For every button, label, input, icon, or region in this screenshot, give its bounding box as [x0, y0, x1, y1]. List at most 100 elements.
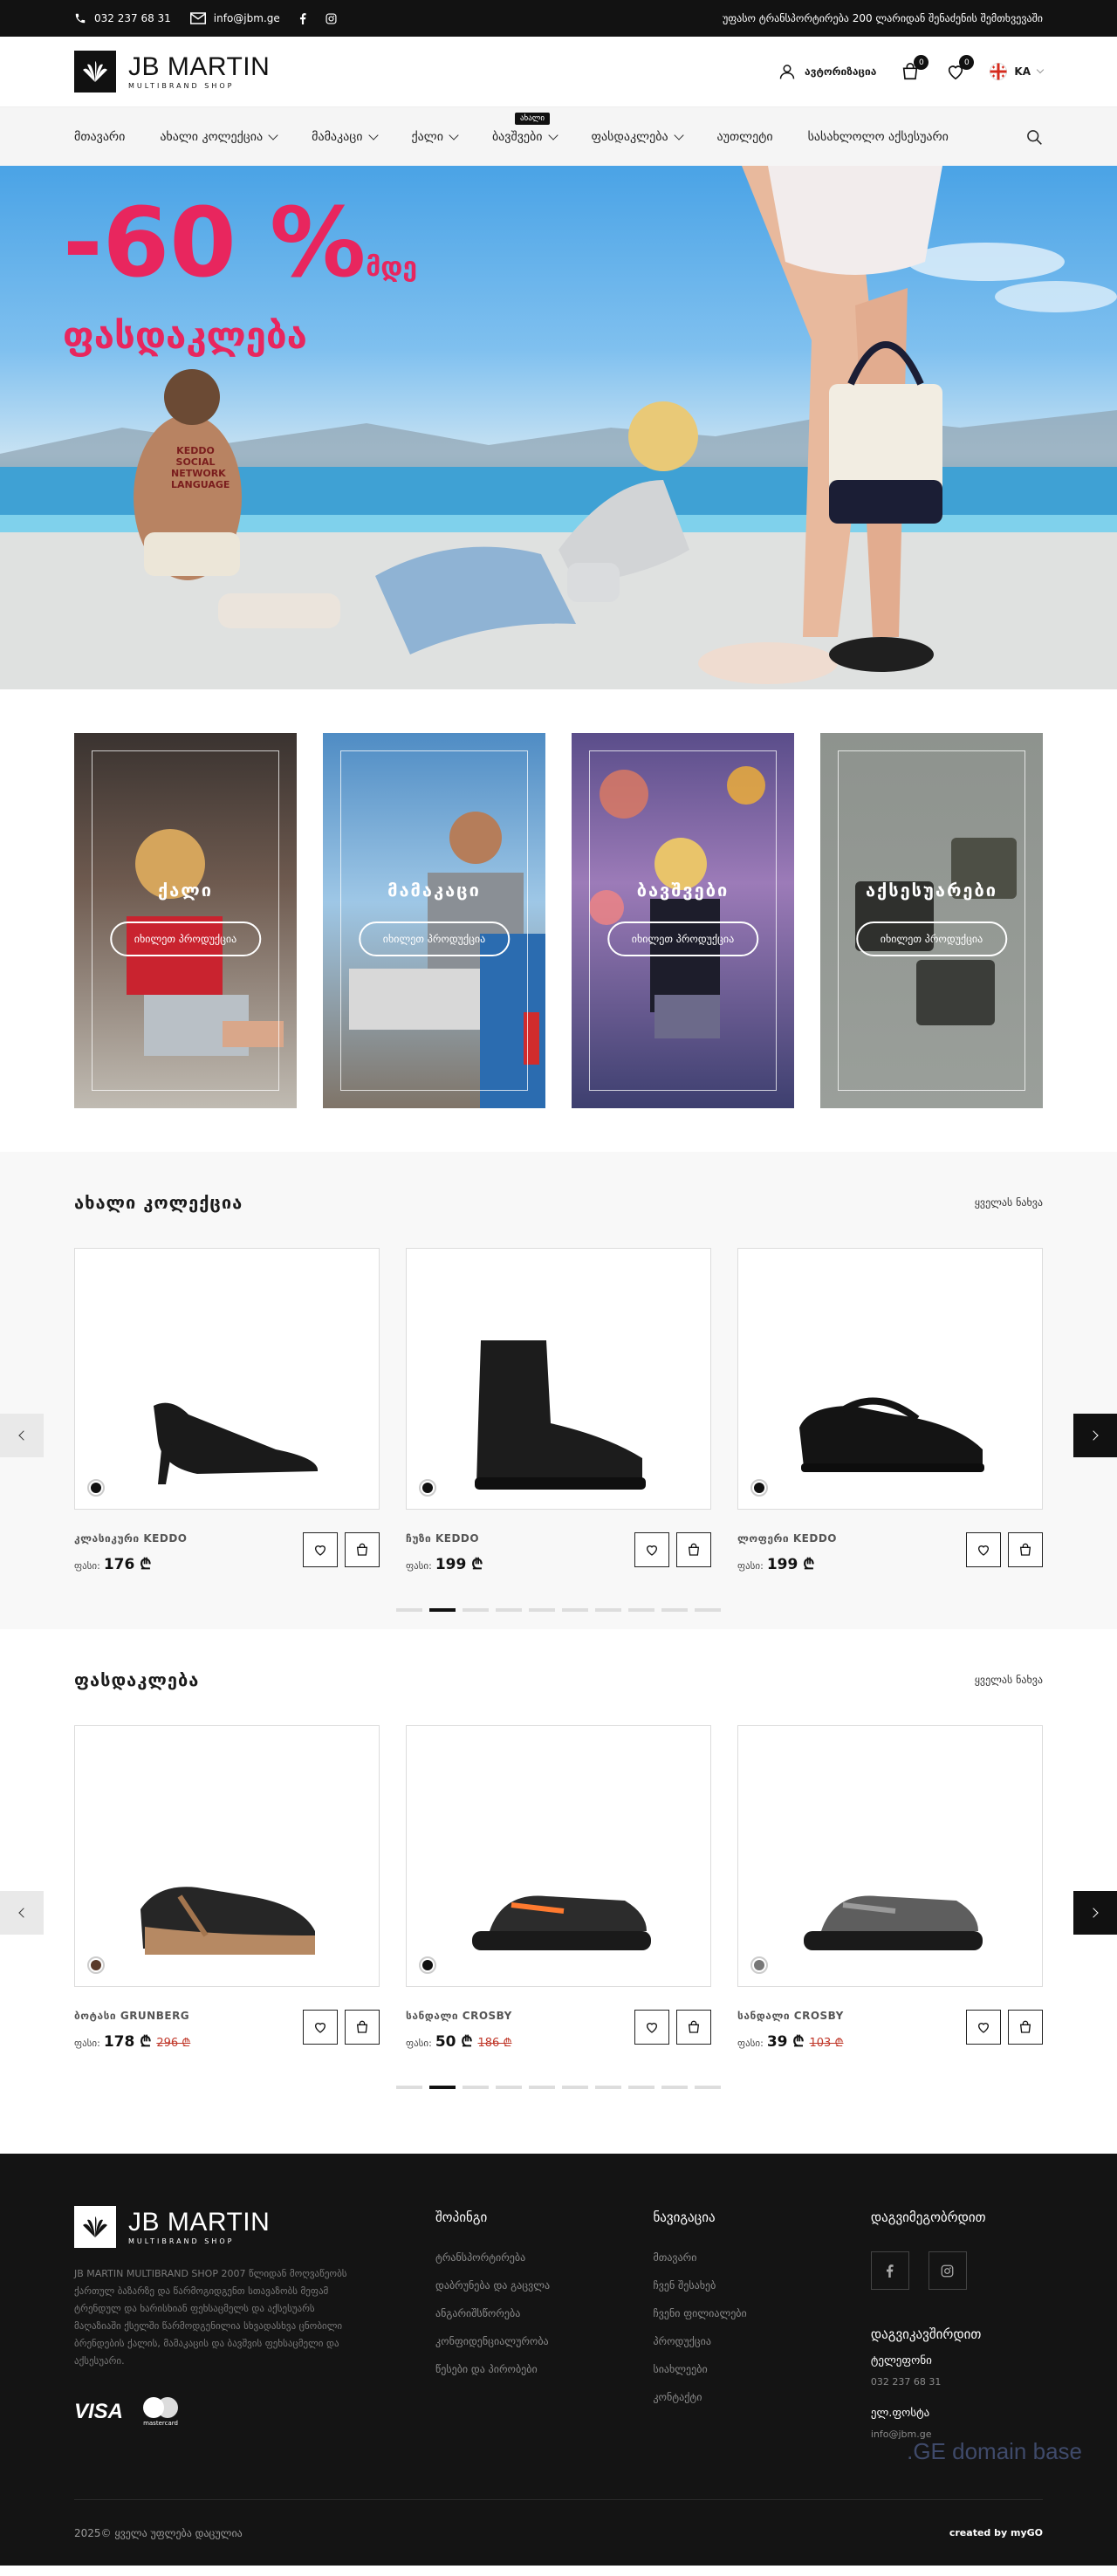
footer-link[interactable]: სიახლეები: [653, 2363, 870, 2375]
pagination-dot[interactable]: [628, 1608, 654, 1612]
pagination-dot[interactable]: [595, 2086, 621, 2089]
see-all-link[interactable]: ყველას ნახვა: [975, 1674, 1043, 1686]
view-products-button[interactable]: იხილეთ პროდუქცია: [109, 921, 262, 956]
nav-item-accessories[interactable]: სასახლოლო აქსესუარი: [808, 130, 949, 144]
product-image[interactable]: [406, 1248, 711, 1510]
category-women[interactable]: ქალი იხილეთ პროდუქცია: [74, 733, 297, 1108]
color-swatch[interactable]: [419, 1479, 436, 1497]
footer-link[interactable]: კონტაქტი: [653, 2391, 870, 2403]
instagram-icon[interactable]: [928, 2251, 967, 2290]
nav-item-women[interactable]: ქალი: [412, 130, 459, 144]
pagination-dot[interactable]: [496, 2086, 522, 2089]
product-image[interactable]: [737, 1248, 1043, 1510]
color-swatch[interactable]: [419, 1956, 436, 1974]
nav-item-sale[interactable]: ფასდაკლება: [592, 130, 684, 144]
carousel-prev-button[interactable]: [0, 1414, 44, 1457]
view-products-button[interactable]: იხილეთ პროდუქცია: [606, 921, 759, 956]
product-card[interactable]: კლასიკური KEDDO ფასი: 176 ₾: [74, 1248, 380, 1573]
nav-item-men[interactable]: მამაკაცი: [312, 130, 379, 144]
wishlist-button[interactable]: 0: [944, 55, 975, 83]
pagination-dot[interactable]: [529, 2086, 555, 2089]
see-all-link[interactable]: ყველას ნახვა: [975, 1196, 1043, 1209]
add-to-cart-button[interactable]: [1008, 2010, 1043, 2045]
footer-link[interactable]: ანგარიშსწორება: [435, 2307, 653, 2319]
add-to-cart-button[interactable]: [676, 2010, 711, 2045]
product-card[interactable]: სანდალი CROSBY ფასი: 50 ₾ 186 ₾: [406, 1725, 711, 2051]
pagination-dot-active[interactable]: [429, 2086, 456, 2089]
pagination-dot-active[interactable]: [429, 1608, 456, 1612]
nav-item-kids[interactable]: ახალი ბავშვები: [492, 112, 558, 144]
carousel-prev-button[interactable]: [0, 1891, 44, 1935]
product-image[interactable]: [74, 1248, 380, 1510]
search-icon[interactable]: [1025, 128, 1043, 146]
footer-link[interactable]: დაბრუნება და გაცვლა: [435, 2279, 653, 2292]
created-by-link[interactable]: created by myGO: [949, 2527, 1043, 2538]
footer-link[interactable]: წესები და პირობები: [435, 2363, 653, 2375]
phone-value[interactable]: 032 237 68 31: [871, 2376, 1043, 2388]
pagination-dot[interactable]: [562, 1608, 588, 1612]
footer-link[interactable]: მთავარი: [653, 2251, 870, 2264]
color-swatch[interactable]: [750, 1956, 768, 1974]
pagination-dot[interactable]: [396, 2086, 422, 2089]
add-to-cart-button[interactable]: [345, 1532, 380, 1567]
pagination-dot[interactable]: [595, 1608, 621, 1612]
footer-logo[interactable]: JB MARTIN MULTIBRAND SHOP: [74, 2206, 435, 2248]
add-to-wishlist-button[interactable]: [966, 1532, 1001, 1567]
pagination-dot[interactable]: [496, 1608, 522, 1612]
footer-link[interactable]: ჩვენი ფილიალები: [653, 2307, 870, 2319]
logo[interactable]: JB MARTIN MULTIBRAND SHOP: [74, 51, 270, 92]
color-swatch[interactable]: [87, 1956, 105, 1974]
add-to-wishlist-button[interactable]: [634, 2010, 669, 2045]
facebook-icon[interactable]: [870, 2251, 909, 2290]
login-button[interactable]: ავტორიზაცია: [778, 63, 876, 80]
facebook-icon[interactable]: [299, 12, 306, 24]
product-card[interactable]: სანდალი CROSBY ფასი: 39 ₾ 103 ₾: [737, 1725, 1043, 2051]
pagination-dot[interactable]: [695, 2086, 721, 2089]
color-swatch[interactable]: [750, 1479, 768, 1497]
nav-item-home[interactable]: მთავარი: [74, 130, 125, 144]
topbar-phone[interactable]: 032 237 68 31: [74, 12, 171, 24]
category-kids[interactable]: ბავშვები იხილეთ პროდუქცია: [572, 733, 794, 1108]
pagination-dot[interactable]: [661, 1608, 688, 1612]
hero-banner[interactable]: -60 %მდე ფასდაკლება KEDDO SOCIAL NETWORK…: [0, 166, 1117, 689]
pagination-dot[interactable]: [695, 1608, 721, 1612]
add-to-wishlist-button[interactable]: [303, 2010, 338, 2045]
footer-link[interactable]: ტრანსპორტირება: [435, 2251, 653, 2264]
category-accessories[interactable]: აქსესუარები იხილეთ პროდუქცია: [820, 733, 1043, 1108]
view-products-button[interactable]: იხილეთ პროდუქცია: [855, 921, 1008, 956]
add-to-wishlist-button[interactable]: [634, 1532, 669, 1567]
footer-link[interactable]: ჩვენ შესახებ: [653, 2279, 870, 2292]
footer-link[interactable]: კონფიდენციალურობა: [435, 2335, 653, 2347]
pagination-dot[interactable]: [463, 2086, 489, 2089]
cart-button[interactable]: 0: [899, 55, 929, 83]
category-men[interactable]: მამაკაცი იხილეთ პროდუქცია: [323, 733, 545, 1108]
carousel-next-button[interactable]: [1073, 1891, 1117, 1935]
view-products-button[interactable]: იხილეთ პროდუქცია: [358, 921, 511, 956]
product-image[interactable]: [737, 1725, 1043, 1987]
add-to-cart-button[interactable]: [345, 2010, 380, 2045]
product-card[interactable]: ლოფერი KEDDO ფასი: 199 ₾: [737, 1248, 1043, 1573]
instagram-icon[interactable]: [326, 12, 337, 24]
pagination-dot[interactable]: [529, 1608, 555, 1612]
pagination-dot[interactable]: [463, 1608, 489, 1612]
carousel-next-button[interactable]: [1073, 1414, 1117, 1457]
pagination-dot[interactable]: [396, 1608, 422, 1612]
language-selector[interactable]: KA: [990, 63, 1045, 80]
add-to-cart-button[interactable]: [676, 1532, 711, 1567]
nav-item-new-collection[interactable]: ახალი კოლექცია: [160, 130, 278, 144]
add-to-cart-button[interactable]: [1008, 1532, 1043, 1567]
add-to-wishlist-button[interactable]: [303, 1532, 338, 1567]
add-to-wishlist-button[interactable]: [966, 2010, 1001, 2045]
footer-link[interactable]: პროდუქცია: [653, 2335, 870, 2347]
pagination-dot[interactable]: [562, 2086, 588, 2089]
topbar-email[interactable]: info@jbm.ge: [189, 12, 280, 24]
product-card[interactable]: ჩუზი KEDDO ფასი: 199 ₾: [406, 1248, 711, 1573]
color-swatch[interactable]: [87, 1479, 105, 1497]
pagination-dot[interactable]: [628, 2086, 654, 2089]
pagination-dot[interactable]: [661, 2086, 688, 2089]
product-image[interactable]: [74, 1725, 380, 1987]
product-card[interactable]: ბოტასი GRUNBERG ფასი: 178 ₾ 296 ₾: [74, 1725, 380, 2051]
product-image[interactable]: [406, 1725, 711, 1987]
nav-item-outlet[interactable]: აუთლეტი: [717, 130, 773, 144]
chevron-down-icon: [1036, 65, 1045, 74]
